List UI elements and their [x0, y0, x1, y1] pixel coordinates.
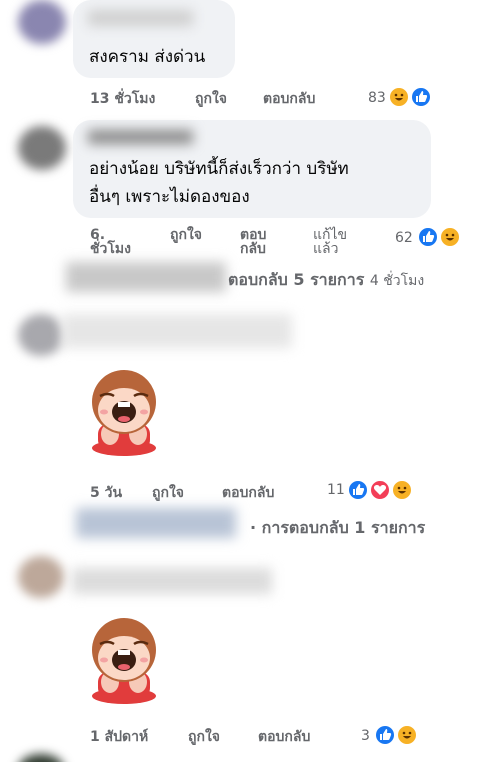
reply-link-line2: กลับ	[240, 241, 266, 257]
comment-time[interactable]: 5 วัน	[90, 484, 122, 502]
comment-text: สงคราม ส่งด่วน	[89, 47, 206, 67]
reply-link[interactable]: ตอบ กลับ	[240, 226, 266, 258]
haha-reaction-icon	[388, 86, 410, 108]
like-reaction-icon	[417, 226, 439, 248]
like-reaction-icon	[347, 479, 369, 501]
like-reaction-icon	[410, 86, 432, 108]
haha-reaction-icon	[439, 226, 461, 248]
like-link[interactable]: ถูกใจ	[188, 728, 220, 746]
comment-time[interactable]: 1 สัปดาห์	[90, 728, 148, 746]
reply-link[interactable]: ตอบกลับ	[263, 90, 315, 108]
comment-time[interactable]: 13 ชั่วโมง	[90, 90, 155, 108]
view-replies-link[interactable]: ตอบกลับ 5 รายการ 4 ชั่วโมง	[228, 268, 424, 293]
commenter-name[interactable]	[72, 568, 272, 594]
view-replies-link[interactable]: · การตอบกลับ 1 รายการ	[250, 516, 425, 541]
commenter-name[interactable]	[88, 130, 193, 144]
commenter-name[interactable]	[62, 314, 292, 348]
reply-avatar	[76, 508, 236, 538]
reaction-count[interactable]: 11	[327, 482, 345, 498]
love-reaction-icon	[369, 479, 391, 501]
commenter-name[interactable]	[88, 10, 193, 26]
like-reaction-icon	[374, 724, 396, 746]
haha-reaction-icon	[391, 479, 413, 501]
like-link[interactable]: ถูกใจ	[170, 226, 202, 244]
avatar[interactable]	[18, 754, 64, 762]
avatar[interactable]	[18, 314, 64, 356]
comment-time-line2: ชั่วโมง	[90, 241, 131, 257]
reaction-count[interactable]: 83	[368, 90, 386, 106]
avatar[interactable]	[18, 126, 66, 170]
replies-summary: ตอบกลับ 5 รายการ	[228, 270, 365, 289]
comment-time[interactable]: 6. ชั่วโมง	[90, 226, 131, 258]
reply-link[interactable]: ตอบกลับ	[258, 728, 310, 746]
edited-label: แก้ไข แล้ว	[313, 226, 347, 258]
reaction-count[interactable]: 62	[395, 230, 413, 246]
comment-text-line2: อื่นๆ เพราะไม่ดองของ	[89, 187, 250, 207]
haha-reaction-icon	[396, 724, 418, 746]
reaction-count[interactable]: 3	[361, 728, 370, 744]
like-link[interactable]: ถูกใจ	[152, 484, 184, 502]
reply-avatar	[66, 262, 226, 292]
reply-link[interactable]: ตอบกลับ	[222, 484, 274, 502]
avatar[interactable]	[18, 0, 66, 44]
like-link[interactable]: ถูกใจ	[195, 90, 227, 108]
sticker-image	[92, 618, 156, 704]
comment-text-line1: อย่างน้อย บริษัทนี้ก็ส่งเร็วกว่า บริษัท	[89, 159, 349, 179]
avatar[interactable]	[18, 556, 64, 598]
replies-time: 4 ชั่วโมง	[369, 273, 425, 289]
sticker-image	[92, 370, 156, 456]
